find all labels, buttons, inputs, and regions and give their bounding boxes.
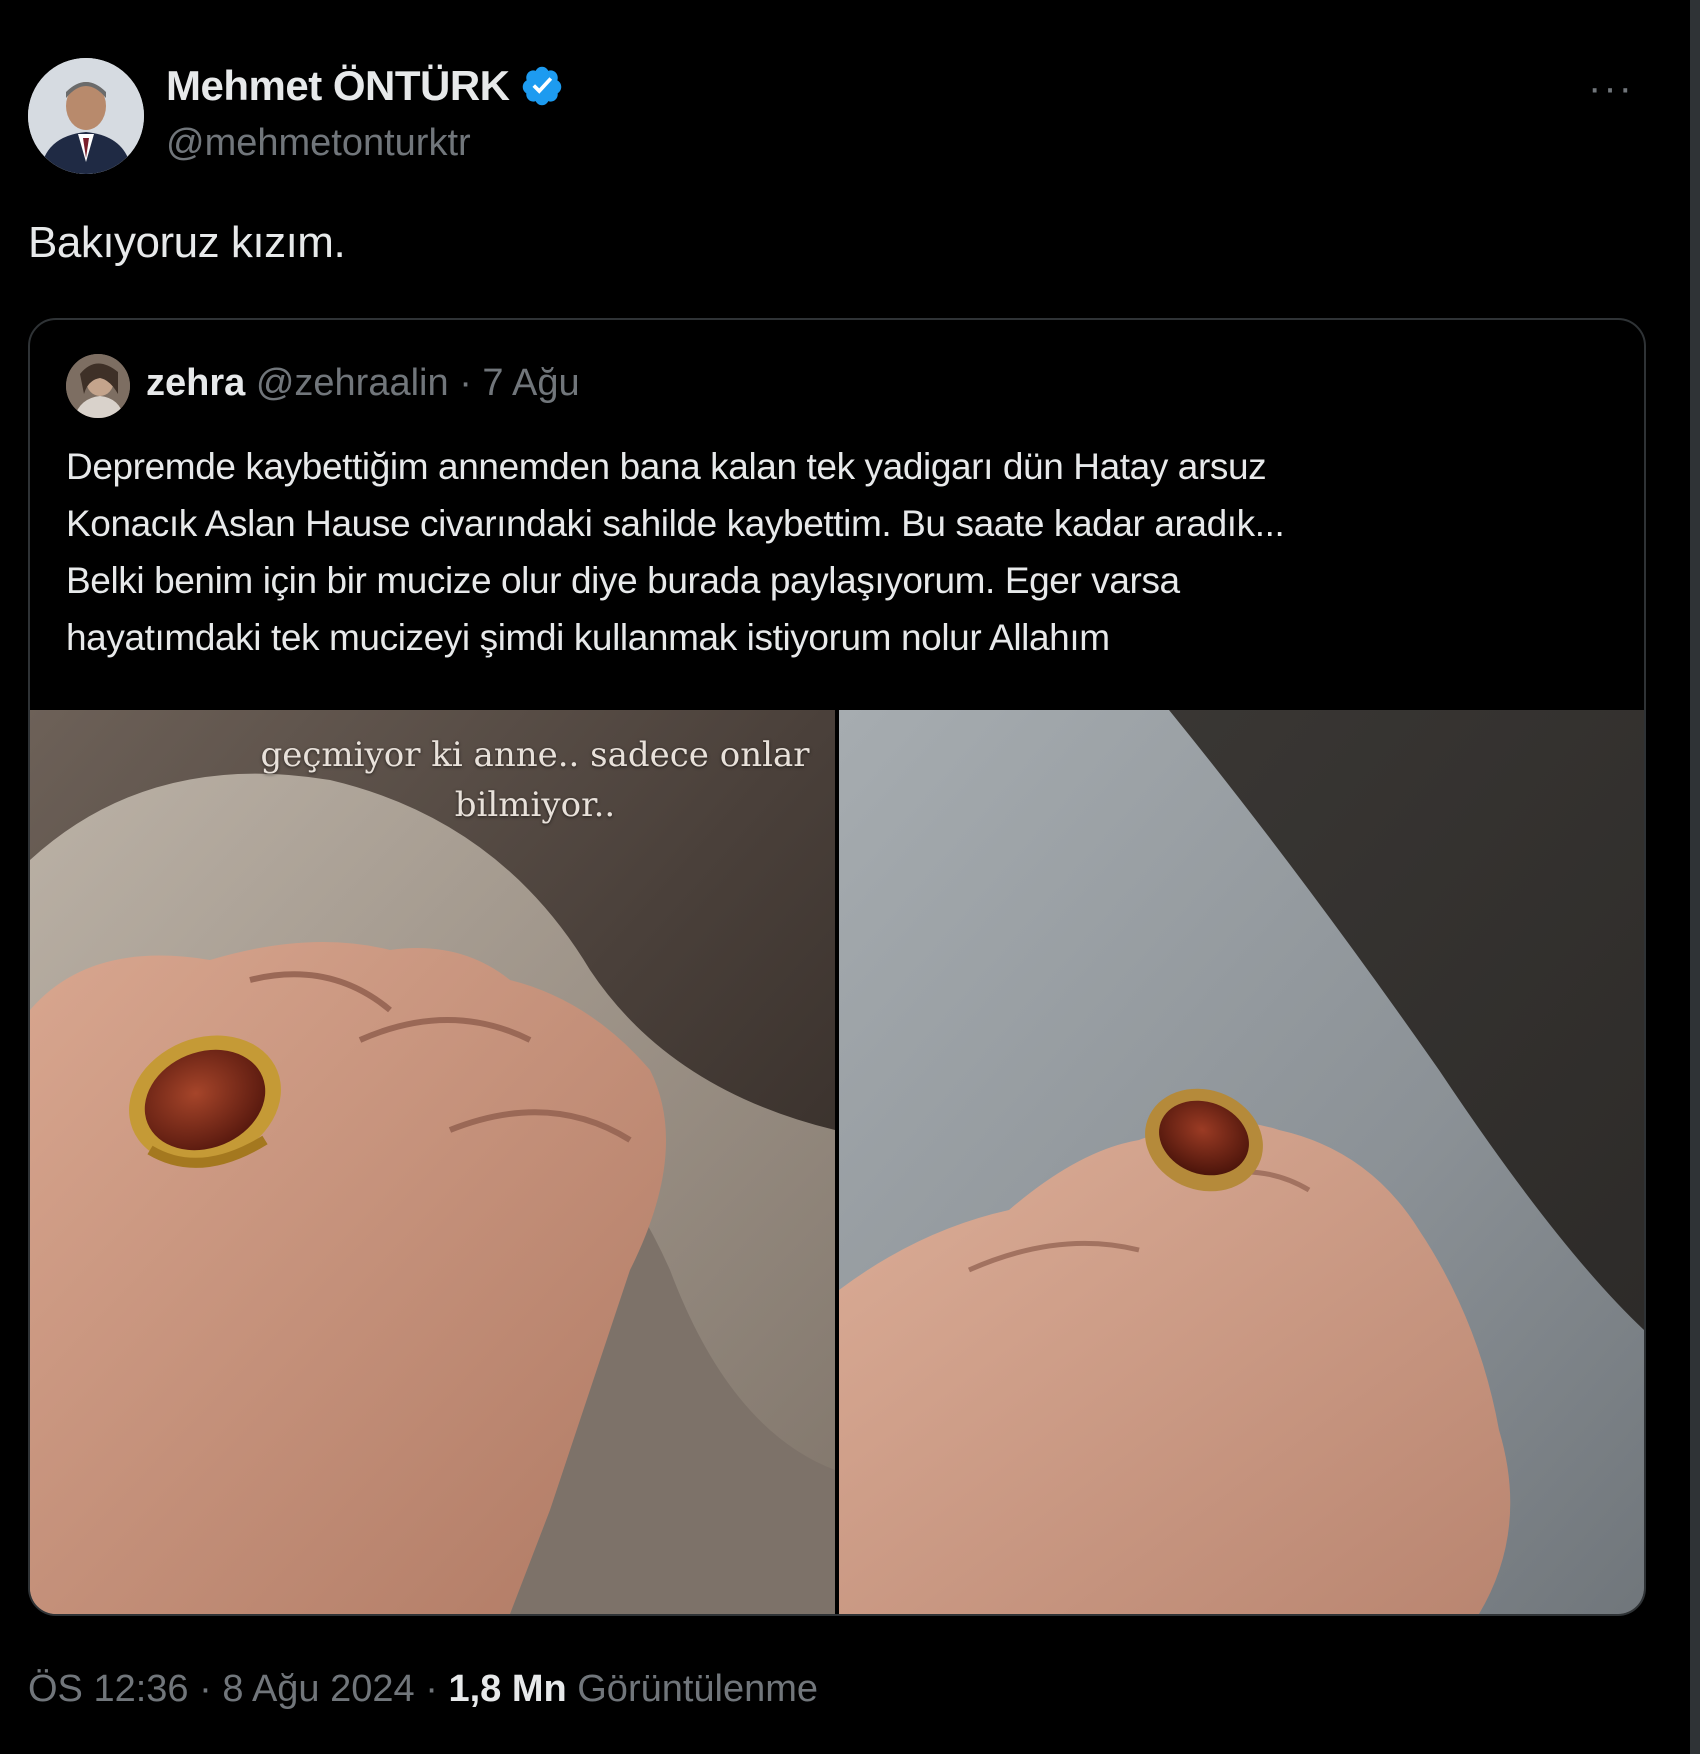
quoted-separator: ·	[459, 362, 472, 404]
quoted-text-line: hayatımdaki tek mucizeyi şimdi kullanmak…	[66, 617, 1110, 658]
ring-photo-right[interactable]	[839, 710, 1644, 1614]
tweet-text: Bakıyoruz kızım.	[28, 218, 346, 267]
tweet-date[interactable]: 8 Ağu 2024	[222, 1668, 414, 1710]
quoted-author-name[interactable]: zehra	[146, 362, 245, 404]
views-label: Görüntülenme	[577, 1668, 819, 1710]
quoted-tweet-card[interactable]: zehra @zehraalin · 7 Ağu Depremde kaybet…	[28, 318, 1646, 1616]
author-display-name[interactable]: Mehmet ÖNTÜRK	[166, 62, 510, 110]
quoted-text-line: Konacık Aslan Hause civarındaki sahilde …	[66, 503, 1285, 544]
author-handle[interactable]: @mehmetonturktr	[166, 122, 471, 165]
tweet-footer: ÖS 12:36 · 8 Ağu 2024 · 1,8 Mn Görüntüle…	[28, 1668, 818, 1711]
window-edge	[1690, 0, 1700, 1754]
tweet-time[interactable]: ÖS 12:36	[28, 1668, 189, 1710]
photo-caption: geçmiyor ki anne.. sadece onlar bilmiyor…	[230, 730, 840, 830]
more-options-icon[interactable]: ···	[1588, 66, 1634, 111]
quoted-text-line: Belki benim için bir mucize olur diye bu…	[66, 560, 1180, 601]
views-count: 1,8 Mn	[448, 1668, 567, 1710]
quoted-media: geçmiyor ki anne.. sadece onlar bilmiyor…	[30, 710, 1644, 1614]
photo-caption-line: geçmiyor ki anne.. sadece onlar	[260, 735, 810, 775]
quoted-date[interactable]: 7 Ağu	[482, 362, 579, 404]
quoted-text-line: Depremde kaybettiğim annemden bana kalan…	[66, 446, 1267, 487]
quoted-author-avatar[interactable]	[66, 354, 130, 418]
quoted-tweet-text: Depremde kaybettiğim annemden bana kalan…	[66, 438, 1626, 666]
footer-separator: ·	[425, 1668, 438, 1710]
photo-caption-line: bilmiyor..	[454, 785, 616, 825]
quoted-header: zehra @zehraalin · 7 Ağu	[146, 362, 580, 405]
author-name-row: Mehmet ÖNTÜRK	[166, 62, 564, 110]
footer-separator: ·	[199, 1668, 212, 1710]
verified-badge-icon	[522, 66, 561, 106]
ring-photo-left[interactable]	[30, 710, 835, 1614]
author-avatar[interactable]	[28, 58, 144, 174]
quoted-author-handle[interactable]: @zehraalin	[256, 362, 449, 404]
